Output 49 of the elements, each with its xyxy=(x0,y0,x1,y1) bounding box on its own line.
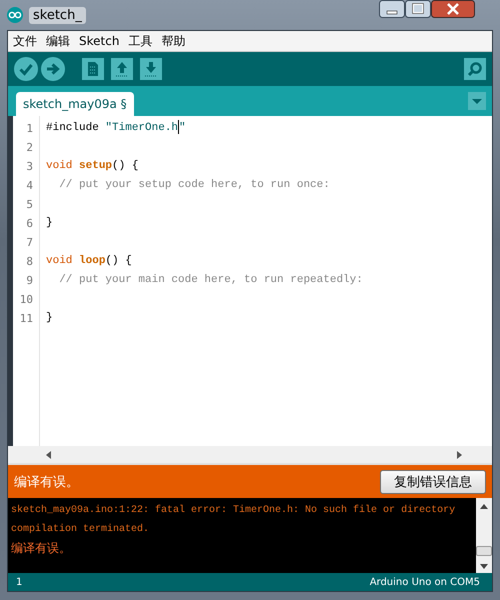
open-button[interactable] xyxy=(111,58,133,80)
minimize-button[interactable] xyxy=(379,0,405,18)
serial-monitor-button[interactable] xyxy=(464,58,486,80)
menu-item[interactable]: 编辑 xyxy=(45,32,71,50)
console-line: sketch_may09a.ino:1:22: fatal error: TimerOne.h: No such file or directory xyxy=(11,504,456,518)
menu-item[interactable]: 帮助 xyxy=(160,32,186,50)
scroll-down-icon[interactable] xyxy=(480,564,488,569)
sketch-tab[interactable]: sketch_may09a § xyxy=(16,92,134,116)
code-line: void loop() { xyxy=(46,254,133,269)
menu-item[interactable]: 工具 xyxy=(127,32,154,50)
code-line: } xyxy=(46,311,54,326)
console-line: compilation terminated. xyxy=(11,522,150,537)
line-number: 2 xyxy=(25,140,34,156)
maximize-button[interactable] xyxy=(405,0,431,18)
line-number: 1 xyxy=(25,121,34,137)
scrollbar[interactable] xyxy=(476,498,492,573)
line-number: 11 xyxy=(18,311,34,327)
error-message: 编译有误。 xyxy=(14,474,79,490)
upload-button[interactable] xyxy=(41,57,65,81)
code-line: void setup() { xyxy=(46,159,140,174)
code-line: #include "TimerOne.h" xyxy=(46,119,187,136)
close-button[interactable] xyxy=(431,0,475,18)
code-line: // put your main code here, to run repeatedly: xyxy=(58,273,363,288)
menu-item[interactable]: Sketch xyxy=(78,34,120,48)
scroll-thumb[interactable] xyxy=(476,546,492,556)
dropdown-button[interactable] xyxy=(468,92,486,110)
verify-button[interactable] xyxy=(14,57,38,81)
board-label: Arduino Uno on COM5 xyxy=(370,576,480,588)
line-number: 8 xyxy=(25,254,34,270)
window-title: sketch_ xyxy=(29,6,86,24)
app-logo-icon[interactable] xyxy=(7,7,23,23)
line-number: 9 xyxy=(25,273,34,289)
console-line: 编译有误。 xyxy=(11,540,72,557)
line-number: 3 xyxy=(25,159,34,175)
code-line: } xyxy=(46,216,54,231)
line-indicator: 1 xyxy=(16,576,22,588)
scroll-up-icon[interactable] xyxy=(480,504,488,509)
line-number: 4 xyxy=(25,178,34,194)
line-number: 7 xyxy=(25,235,34,251)
line-number: 5 xyxy=(25,197,34,213)
line-number: 10 xyxy=(18,292,34,308)
save-button[interactable] xyxy=(140,58,162,80)
scroll-right-icon[interactable] xyxy=(456,450,462,458)
copy-error-button[interactable]: 复制错误信息 xyxy=(380,470,486,494)
menu-item[interactable]: 文件 xyxy=(12,32,38,50)
scroll-left-icon[interactable] xyxy=(46,450,52,458)
code-line: // put your setup code here, to run once: xyxy=(58,178,331,193)
line-number: 6 xyxy=(25,216,34,232)
new-file-button[interactable] xyxy=(82,58,104,80)
